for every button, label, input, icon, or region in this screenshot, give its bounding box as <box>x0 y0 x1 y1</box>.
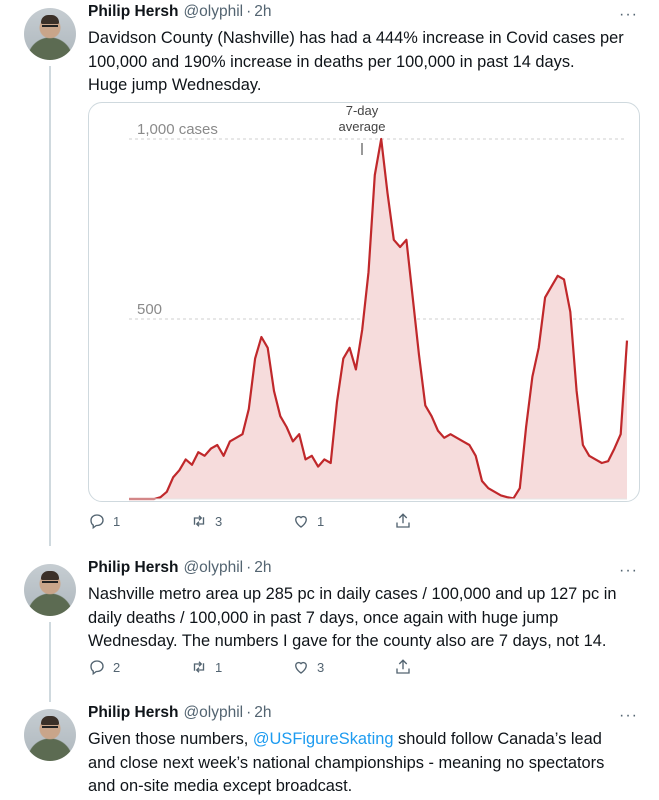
separator-dot: · <box>246 3 252 20</box>
author-handle[interactable]: @olyphil <box>183 704 243 722</box>
retweet-button[interactable]: 1 <box>190 658 292 676</box>
like-button[interactable]: 3 <box>292 658 394 676</box>
reply-count: 2 <box>113 659 121 675</box>
more-icon[interactable]: ··· <box>619 563 637 584</box>
reply-button[interactable]: 1 <box>88 512 190 530</box>
like-button[interactable]: 1 <box>292 512 394 530</box>
like-count: 1 <box>317 513 325 529</box>
tweet-text-segment: should follow Canada’s lead <box>393 730 602 748</box>
mention-link[interactable]: @USFigureSkating <box>253 730 394 748</box>
reply-icon <box>90 660 104 676</box>
gridline-label: 500 <box>137 301 162 318</box>
share-button[interactable] <box>394 512 424 530</box>
thread-connector <box>49 66 51 546</box>
retweet-count: 3 <box>215 513 223 529</box>
timestamp[interactable]: 2h <box>254 559 271 577</box>
tweet-text-line: 100,000 and 190% increase in deaths per … <box>88 52 575 71</box>
heart-icon <box>295 515 307 528</box>
reply-button[interactable]: 2 <box>88 658 190 676</box>
separator-dot: · <box>246 559 252 576</box>
separator-dot: · <box>246 704 252 721</box>
tweet-text-line: Nashville metro area up 285 pc in daily … <box>88 585 617 603</box>
tweet-text: Nashville metro area up 285 pc in daily … <box>88 583 643 654</box>
share-icon <box>396 659 410 674</box>
tweet-text-segment: Given those numbers, <box>88 730 253 748</box>
timestamp[interactable]: 2h <box>254 3 271 21</box>
avatar[interactable] <box>24 709 76 761</box>
tweet-text-line: Davidson County (Nashville) has had a 44… <box>88 29 624 47</box>
reply-icon <box>90 514 104 530</box>
tweet-text-line: Given those numbers, @USFigureSkating sh… <box>88 728 643 752</box>
author-name[interactable]: Philip Hersh <box>88 559 178 577</box>
author-name[interactable]: Philip Hersh <box>88 3 178 21</box>
tweet-actions: 1 3 1 <box>88 512 424 530</box>
author-name[interactable]: Philip Hersh <box>88 704 178 722</box>
annotation-label: 7-day <box>346 103 379 118</box>
tweet-text-line: and close next week’s national champions… <box>88 753 605 772</box>
avatar[interactable] <box>24 8 76 60</box>
tweet-text: Given those numbers, @USFigureSkating sh… <box>88 728 643 799</box>
more-icon[interactable]: ··· <box>619 7 637 28</box>
retweet-count: 1 <box>215 659 223 675</box>
tweet-text-line: daily deaths / 100,000 in past 7 days, o… <box>88 608 559 627</box>
tweet-text: Davidson County (Nashville) has had a 44… <box>88 27 643 98</box>
thread-connector <box>49 622 51 702</box>
retweet-button[interactable]: 3 <box>190 512 292 530</box>
gridline-label: 1,000 cases <box>137 121 218 138</box>
share-icon <box>396 513 410 528</box>
tweet-text-line: Wednesday. The numbers I gave for the co… <box>88 632 607 650</box>
tweet-text-line: Huge jump Wednesday. <box>88 76 262 94</box>
author-handle[interactable]: @olyphil <box>183 559 243 577</box>
tweet-header: Philip Hersh @olyphil · 2h <box>88 704 272 722</box>
avatar[interactable] <box>24 564 76 616</box>
tweet-actions: 2 1 3 <box>88 658 424 676</box>
author-handle[interactable]: @olyphil <box>183 3 243 21</box>
retweet-icon <box>193 661 205 673</box>
reply-count: 1 <box>113 513 121 529</box>
tweet-text-line: and on-site media except broadcast. <box>88 777 353 795</box>
tweet-media-chart[interactable]: 1,000 cases 500 7-day average <box>88 102 640 502</box>
cases-chart: 1,000 cases 500 7-day average <box>129 103 629 501</box>
timestamp[interactable]: 2h <box>254 704 271 722</box>
tweet-header: Philip Hersh @olyphil · 2h <box>88 3 272 21</box>
annotation-label: average <box>339 119 386 134</box>
tweet-header: Philip Hersh @olyphil · 2h <box>88 559 272 577</box>
share-button[interactable] <box>394 658 424 676</box>
retweet-icon <box>193 515 205 527</box>
like-count: 3 <box>317 659 325 675</box>
heart-icon <box>295 661 307 674</box>
more-icon[interactable]: ··· <box>619 708 637 729</box>
